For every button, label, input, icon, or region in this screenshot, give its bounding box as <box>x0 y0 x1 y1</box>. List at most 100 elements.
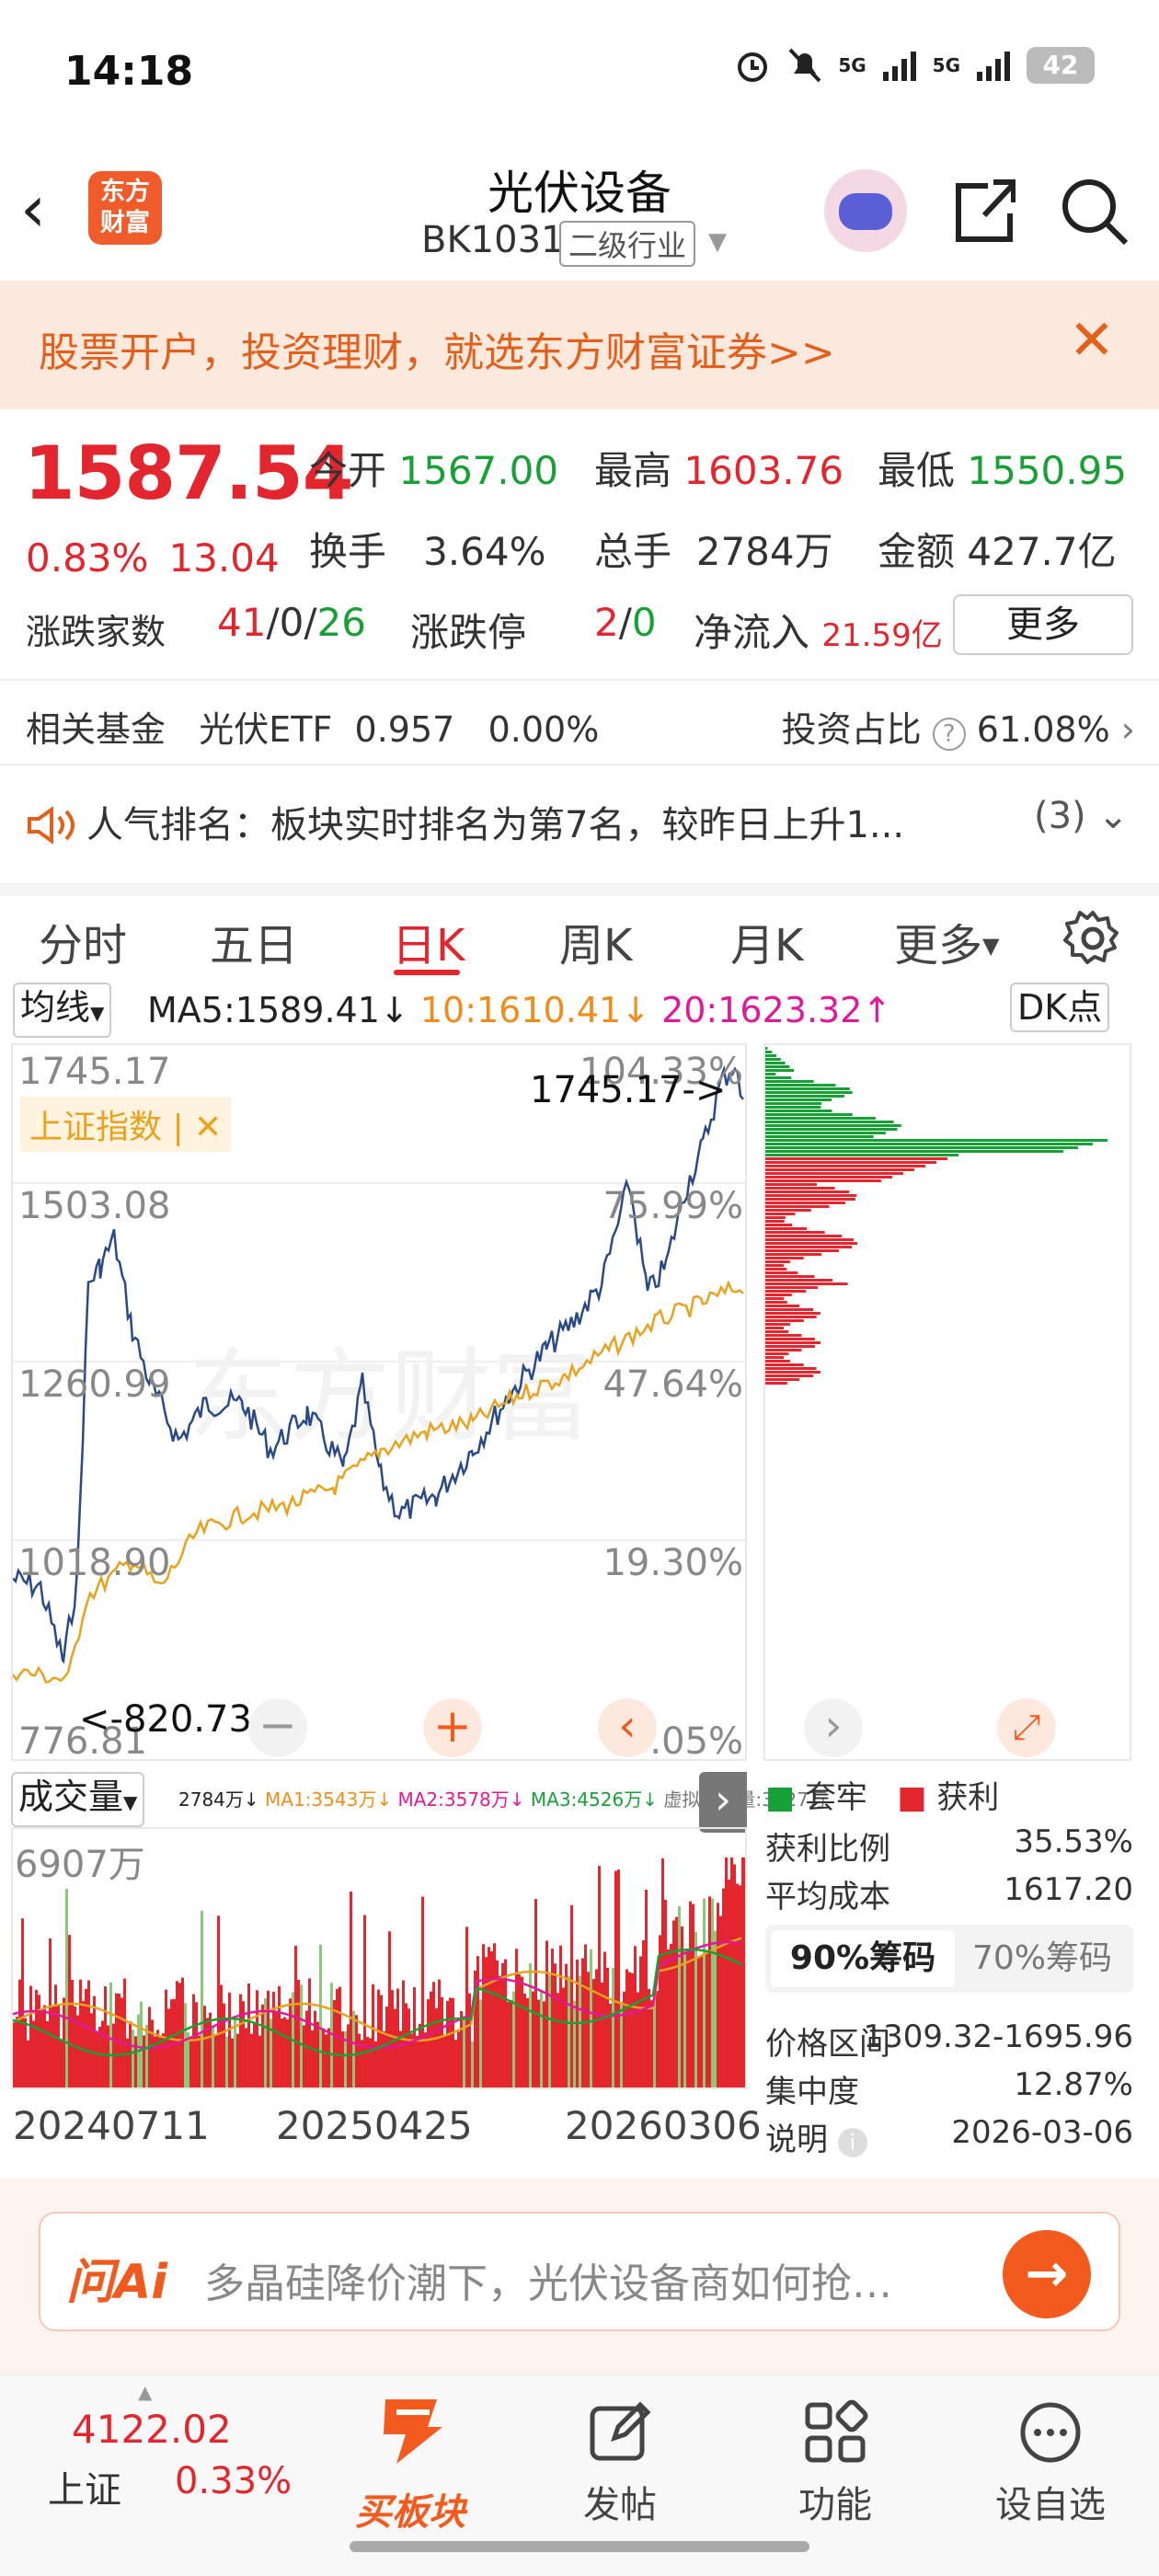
legend-trap-swatch: ■ <box>765 1779 796 1816</box>
volume-bar <box>236 2033 239 2087</box>
volume-bar <box>421 1896 424 2087</box>
index-name[interactable]: 上证 <box>48 2460 121 2513</box>
index-pct[interactable]: 0.33% <box>175 2460 292 2502</box>
add-watchlist-button[interactable]: 设自选 <box>977 2399 1124 2528</box>
settings-gear-icon[interactable] <box>1063 909 1122 968</box>
volume-bar <box>537 1999 540 2087</box>
flat-count: 0 <box>279 600 304 645</box>
tab-monthly-k[interactable]: 月K <box>730 909 803 973</box>
tab-weekly-k[interactable]: 周K <box>559 909 632 973</box>
min-price-note: <-820.73 <box>79 1698 252 1741</box>
chip-bar <box>765 1327 785 1329</box>
fullscreen-icon[interactable]: ⤢ <box>997 1698 1056 1757</box>
change-value: 13.04 <box>168 535 280 581</box>
buy-sector-button[interactable]: 买板块 <box>337 2394 484 2536</box>
indicator-dropdown[interactable]: 成交量▼ <box>11 1772 145 1827</box>
collapse-panel-button[interactable]: › <box>699 1772 747 1833</box>
ai-question-input[interactable]: 多晶硅降价潮下，光伏设备商如何抢… <box>204 2250 892 2309</box>
assistant-avatar-icon[interactable] <box>824 169 907 252</box>
zoom-in-button[interactable]: + <box>423 1698 482 1757</box>
scroll-right-button[interactable]: › <box>804 1698 863 1757</box>
chip-bar <box>765 1161 936 1164</box>
promo-banner[interactable]: 股票开户，投资理财，就选东方财富证券>> ✕ <box>0 281 1159 409</box>
more-button[interactable]: 更多 <box>953 594 1133 655</box>
close-icon[interactable]: ✕ <box>194 1109 222 1146</box>
volume-field: 总手 2784万 <box>594 521 833 577</box>
volume-bar <box>93 1995 96 2087</box>
tab-chip-70[interactable]: 70%筹码 <box>957 1930 1128 1987</box>
ma-dropdown[interactable]: 均线▼ <box>13 983 112 1038</box>
fund-value: 0.957 <box>354 709 455 750</box>
fund-name[interactable]: 光伏ETF <box>199 709 332 750</box>
volume-bar <box>479 1999 482 2087</box>
ticker-count[interactable]: (3) ⌄ <box>1034 795 1129 837</box>
note-row: 说明 i 2026-03-06 <box>765 2114 1133 2159</box>
post-button[interactable]: 发帖 <box>546 2399 694 2528</box>
share-icon[interactable] <box>951 173 1016 247</box>
close-icon[interactable]: ✕ <box>1069 308 1115 373</box>
search-icon[interactable] <box>1058 173 1131 247</box>
chip-bar <box>765 1172 903 1175</box>
volume-bar <box>468 1993 471 2087</box>
tab-daily-k[interactable]: 日K <box>392 909 465 973</box>
volume-bar <box>416 2035 419 2087</box>
chip-bar <box>765 1054 776 1057</box>
chip-bar <box>765 1146 1078 1149</box>
chip-bar <box>765 1132 886 1134</box>
chip-bar <box>765 1194 857 1197</box>
help-icon[interactable]: ? <box>932 718 966 751</box>
volume-bar <box>540 1990 543 2087</box>
volume-bar <box>700 1956 703 2087</box>
tab-intraday[interactable]: 分时 <box>39 909 127 973</box>
indicator-dropdown-label: 成交量 <box>18 1777 124 1817</box>
dk-point-dropdown[interactable]: DK点 <box>1010 983 1110 1032</box>
zoom-out-button[interactable]: − <box>248 1698 307 1757</box>
ticker-text[interactable]: 人气排名：板块实时排名为第7名，较昨日上升1... <box>86 804 904 846</box>
sector-level-tag[interactable]: 二级行业 <box>559 221 696 267</box>
overlay-index-tag[interactable]: 上证指数 | ✕ <box>20 1097 232 1152</box>
volume-bar <box>201 1910 203 2087</box>
scroll-left-button[interactable]: ‹ <box>598 1698 657 1757</box>
volume-chart[interactable]: 6907万 <box>11 1827 747 2089</box>
chip-bar <box>765 1316 817 1318</box>
chip-bar <box>765 1330 789 1333</box>
chip-tabs: 90%筹码 70%筹码 <box>765 1925 1133 1993</box>
popularity-ticker[interactable]: 人气排名：板块实时排名为第7名，较昨日上升1... (3) ⌄ <box>26 795 1129 848</box>
volume-bar <box>143 2035 145 2087</box>
related-fund[interactable]: 相关基金 光伏ETF 0.957 0.00% <box>26 701 599 752</box>
date-label: 20250425 <box>276 2103 473 2148</box>
volume-bar <box>744 1857 747 2087</box>
overlay-index-label: 上证指数 | <box>29 1109 184 1146</box>
index-value[interactable]: 4122.02 <box>72 2407 232 2452</box>
chip-bar <box>765 1102 822 1105</box>
volume-bar <box>87 1980 90 2087</box>
volume-bar <box>645 1889 648 2087</box>
chevron-down-icon[interactable]: ▼ <box>708 228 727 256</box>
volume-bar <box>159 2037 162 2087</box>
function-button[interactable]: 功能 <box>762 2399 909 2528</box>
tab-chip-90[interactable]: 90%筹码 <box>771 1930 955 1987</box>
buy-sector-label: 买板块 <box>355 2491 465 2534</box>
volume-bar <box>634 1946 637 2087</box>
tab-more[interactable]: 更多▼ <box>894 909 999 973</box>
chip-bar <box>765 1235 843 1237</box>
volume-bar <box>281 2018 283 2087</box>
ai-ask-box[interactable]: 问Ai 多晶硅降价潮下，光伏设备商如何抢… → <box>39 2212 1120 2331</box>
system-icons: 5G 5G 42 <box>733 46 1095 85</box>
volume-bar <box>648 1989 650 2087</box>
chip-bar <box>765 1183 818 1186</box>
arrow-right-icon[interactable]: → <box>1003 2230 1091 2318</box>
tab-five-day[interactable]: 五日 <box>210 909 298 973</box>
speaker-icon <box>28 806 75 845</box>
promo-text[interactable]: 股票开户，投资理财，就选东方财富证券>> <box>39 319 835 378</box>
invest-ratio[interactable]: 投资占比 ? 61.08% › <box>782 701 1135 752</box>
volume-bar <box>107 2025 109 2087</box>
k-line-chart[interactable]: 东方财富 1745.17 1503.08 1260.99 1018.90 776… <box>11 1043 747 1763</box>
volume-bar <box>21 1918 24 2087</box>
chip-bar <box>765 1301 787 1304</box>
limit-values: 2/0 <box>594 600 657 645</box>
info-icon[interactable]: i <box>837 2128 867 2157</box>
open-label: 今开 <box>309 448 387 493</box>
volume-bar <box>570 1904 573 2087</box>
chip-distribution-chart[interactable]: › ⤢ <box>763 1043 1131 1761</box>
